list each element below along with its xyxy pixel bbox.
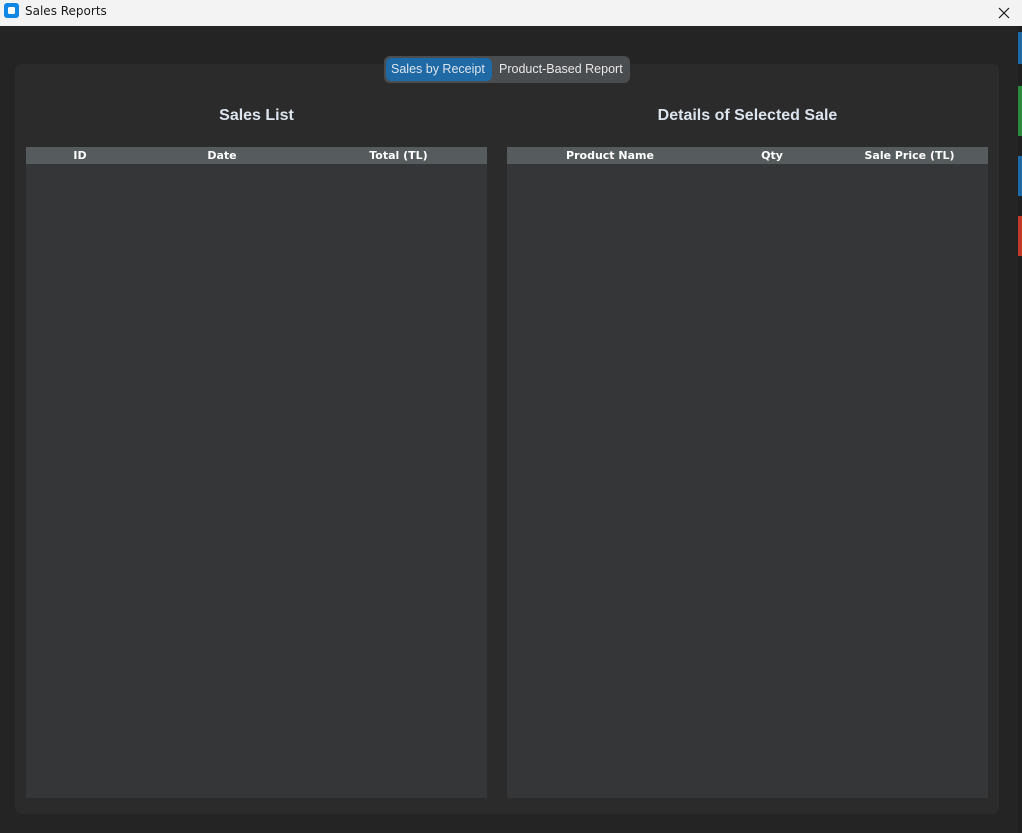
column-header-qty[interactable]: Qty xyxy=(713,147,831,164)
sales-list-table[interactable]: ID Date Total (TL) xyxy=(26,147,487,798)
window-title: Sales Reports xyxy=(25,4,107,18)
sales-list-header: ID Date Total (TL) xyxy=(26,147,487,164)
background-window-edge xyxy=(1018,26,1022,833)
sale-details-table[interactable]: Product Name Qty Sale Price (TL) xyxy=(507,147,988,798)
close-button[interactable] xyxy=(986,0,1022,26)
close-icon xyxy=(998,7,1010,19)
column-header-date[interactable]: Date xyxy=(134,147,310,164)
title-bar: Sales Reports xyxy=(0,0,1022,26)
column-header-product-name[interactable]: Product Name xyxy=(507,147,713,164)
tab-product-based-report[interactable]: Product-Based Report xyxy=(494,58,628,81)
app-window-icon xyxy=(4,3,19,18)
sales-list-title: Sales List xyxy=(219,107,294,124)
column-header-id[interactable]: ID xyxy=(26,147,134,164)
report-tab-selector: Sales by Receipt Product-Based Report xyxy=(384,56,630,83)
sale-details-title: Details of Selected Sale xyxy=(657,107,838,124)
tab-sales-by-receipt[interactable]: Sales by Receipt xyxy=(386,58,492,81)
column-header-total[interactable]: Total (TL) xyxy=(310,147,487,164)
sales-reports-window: Sales Reports Sales by Receipt Product-B… xyxy=(0,0,1022,833)
column-header-sale-price[interactable]: Sale Price (TL) xyxy=(831,147,988,164)
sale-details-header: Product Name Qty Sale Price (TL) xyxy=(507,147,988,164)
